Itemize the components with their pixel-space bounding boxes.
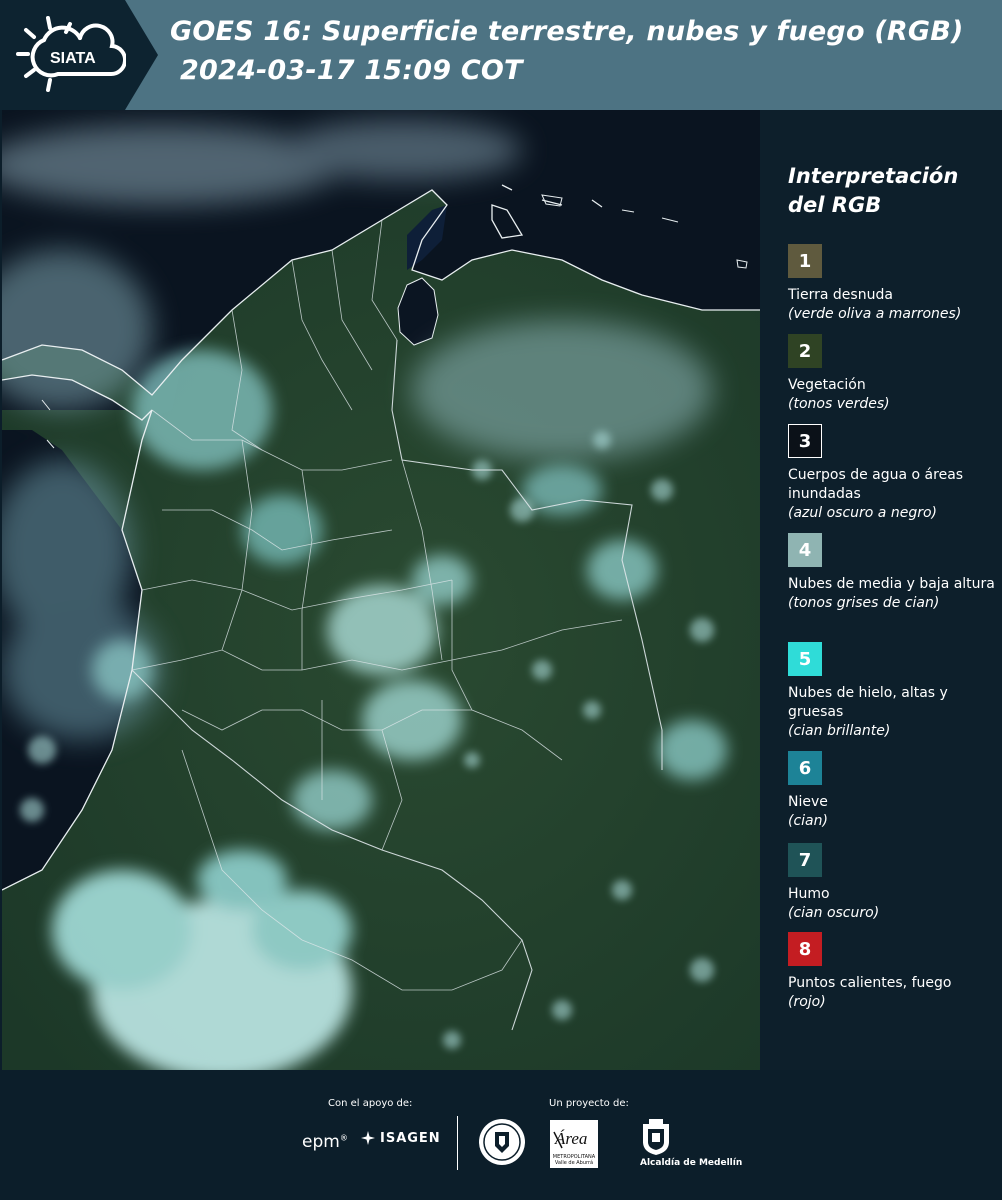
support-label: Con el apoyo de:: [328, 1098, 413, 1109]
legend-swatch: 4: [788, 533, 822, 567]
legend-item-ice-clouds: 5 Nubes de hielo, altas y gruesas (cian …: [788, 642, 998, 741]
footer-divider: [457, 1116, 458, 1170]
legend-swatch: 2: [788, 334, 822, 368]
page-title: GOES 16: Superficie terrestre, nubes y f…: [170, 16, 964, 47]
satellite-map[interactable]: [2, 110, 760, 1070]
alcaldia-shield-icon: [643, 1119, 669, 1155]
legend-title: Interpretación del RGB: [788, 164, 959, 217]
isagen-logo: ISAGEN: [360, 1130, 441, 1146]
legend-item-low-clouds: 4 Nubes de media y baja altura (tonos gr…: [788, 533, 998, 613]
logo-text: SIATA: [50, 50, 96, 67]
footer: Con el apoyo de: Un proyecto de: epm® IS…: [0, 1070, 1002, 1200]
alcaldia-text: Alcaldía de Medellín: [640, 1158, 743, 1168]
legend-item-water: 3 Cuerpos de agua o áreas inundadas (azu…: [788, 424, 998, 523]
legend-swatch: 7: [788, 843, 822, 877]
epm-logo: epm®: [302, 1132, 348, 1152]
legend-swatch: 6: [788, 751, 822, 785]
legend-swatch: 5: [788, 642, 822, 676]
svg-text:Área: Área: [554, 1129, 587, 1148]
timestamp: 2024-03-17 15:09 COT: [180, 55, 523, 86]
header: SIATA GOES 16: Superficie terrestre, nub…: [0, 0, 1002, 110]
siata-logo-icon: SIATA: [16, 16, 126, 92]
legend-swatch: 8: [788, 932, 822, 966]
legend-item-snow: 6 Nieve (cian): [788, 751, 998, 831]
isagen-star-icon: [361, 1131, 375, 1145]
university-seal-icon: [479, 1119, 525, 1165]
legend-item-fire: 8 Puntos calientes, fuego (rojo): [788, 932, 998, 1012]
legend-item-smoke: 7 Humo (cian oscuro): [788, 843, 998, 923]
legend-item-bare-land: 1 Tierra desnuda (verde oliva a marrones…: [788, 244, 998, 324]
area-metropolitana-text: METROPOLITANA Valle de Aburrá: [552, 1154, 596, 1166]
legend-swatch: 1: [788, 244, 822, 278]
map-canvas: [2, 110, 760, 1070]
legend-panel: Interpretación del RGB 1 Tierra desnuda …: [760, 110, 1002, 1070]
legend-swatch: 3: [788, 424, 822, 458]
project-label: Un proyecto de:: [549, 1098, 629, 1109]
legend-item-vegetation: 2 Vegetación (tonos verdes): [788, 334, 998, 414]
